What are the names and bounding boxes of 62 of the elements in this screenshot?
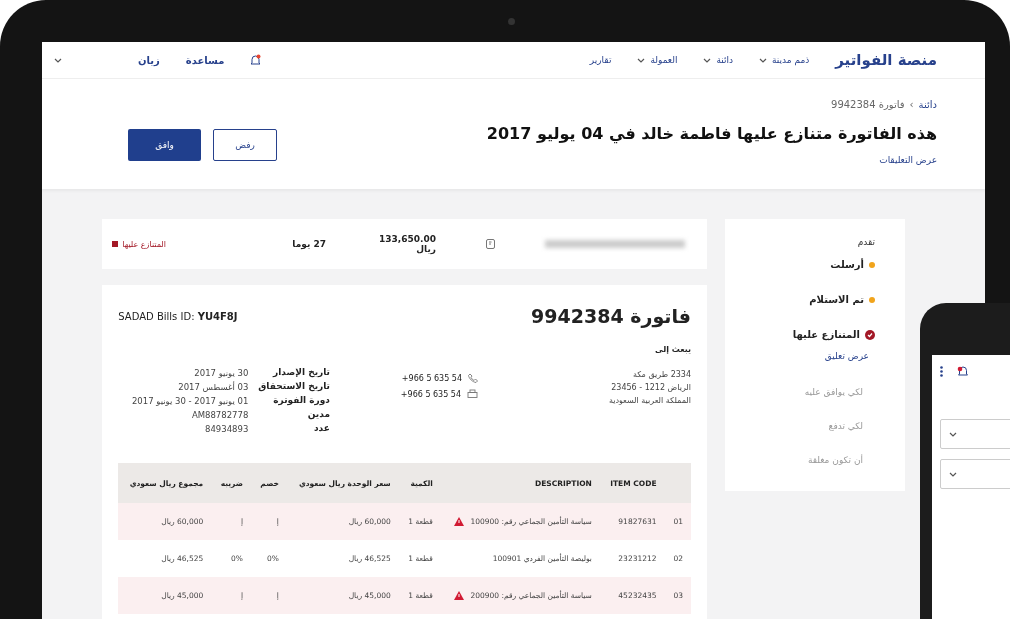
send-to-label: يبعث إلى [654, 345, 691, 354]
detail-value: 30 يونيو 2017 [193, 367, 249, 379]
address-line: المملكة العربية السعودية [608, 395, 691, 407]
nav-menu-item[interactable]: ذمم مدينة [759, 55, 810, 65]
breadcrumb-separator: › [909, 99, 914, 110]
printer-icon [467, 389, 478, 399]
reject-button[interactable]: رفض [213, 129, 277, 161]
view-comment-link[interactable]: عرض تعليق [824, 351, 869, 361]
progress-step: أرسلت [830, 259, 864, 270]
status-dot [869, 261, 875, 268]
more-vertical-icon[interactable] [940, 365, 943, 377]
progress-step: المتنازع عليها [792, 329, 860, 340]
logo: منصة الفواتير [835, 51, 937, 69]
detail-label: عدد [313, 423, 330, 435]
sadad-bills-id: SADAD Bills ID: YU4F8J [118, 310, 238, 322]
phone-icon [468, 373, 478, 383]
notification-bell-icon[interactable] [957, 365, 969, 377]
detail-value: 84934893 [204, 423, 249, 435]
detail-label: دورة الفوترة [272, 395, 330, 407]
approve-button[interactable]: وافق [128, 129, 201, 161]
status-square-icon [112, 241, 119, 247]
chevron-down-icon [703, 57, 712, 63]
nav-menu-item[interactable]: دائنة [703, 55, 733, 65]
user-name[interactable]: زيان [138, 54, 160, 66]
phone-number: +966 5 635 54 [400, 389, 461, 399]
breadcrumb-item[interactable]: دائنة [918, 99, 937, 110]
invoice-title: فاتورة 9942384 [531, 305, 691, 327]
address-line: 2334 طريق مكة [631, 369, 691, 381]
breadcrumb-item: فاتورة 9942384 [831, 99, 905, 110]
warning-icon [454, 591, 465, 600]
amount-value: 133,650.00 ريال [378, 234, 436, 254]
chevron-down-icon [949, 471, 957, 477]
detail-label: مدين [306, 409, 330, 421]
phone-number: +966 5 635 54 [401, 373, 462, 383]
chevron-down-icon [949, 431, 957, 437]
warning-icon [454, 517, 465, 526]
chevron-down-icon [759, 57, 767, 63]
status-label: المتنازع عليها [122, 239, 166, 249]
chevron-down-icon [54, 57, 62, 63]
progress-step: لكي تدفع [828, 421, 863, 431]
camera-dot [508, 18, 515, 25]
progress-step: لكي يوافق عليه [804, 387, 863, 397]
detail-value: 01 يونيو 2017 - 30 يونيو 2017 [130, 395, 249, 407]
address-line: الرياض 1212 - 23456 [610, 382, 691, 394]
due-value: 27 يوما [291, 239, 326, 249]
notification-bell-icon[interactable] [250, 54, 262, 66]
detail-value: 03 أغسطس 2017 [177, 381, 249, 393]
progress-step: أن تكون مغلقة [807, 455, 863, 465]
view-comments-link[interactable]: عرض التعليقات [879, 155, 937, 165]
status-dot [869, 296, 875, 303]
nav-menu-item[interactable]: تقارير [589, 55, 612, 65]
detail-label: تاريخ الإصدار [271, 367, 330, 379]
check-circle-icon [865, 329, 875, 340]
nav-menu-item[interactable]: العمولة [637, 55, 678, 65]
chevron-down-icon [637, 57, 646, 63]
progress-title: تقدم [856, 237, 875, 247]
document-icon [486, 239, 495, 249]
progress-step: تم الاستلام [809, 294, 864, 305]
detail-label: تاريخ الاستحقاق [258, 381, 330, 393]
detail-value: AM88782778 [190, 409, 249, 421]
page-title: هذه الفاتورة متنازع عليها فاطمة خالد في 04 يوليو 2017 [486, 124, 937, 143]
help-link[interactable]: مساعدة [185, 54, 225, 66]
